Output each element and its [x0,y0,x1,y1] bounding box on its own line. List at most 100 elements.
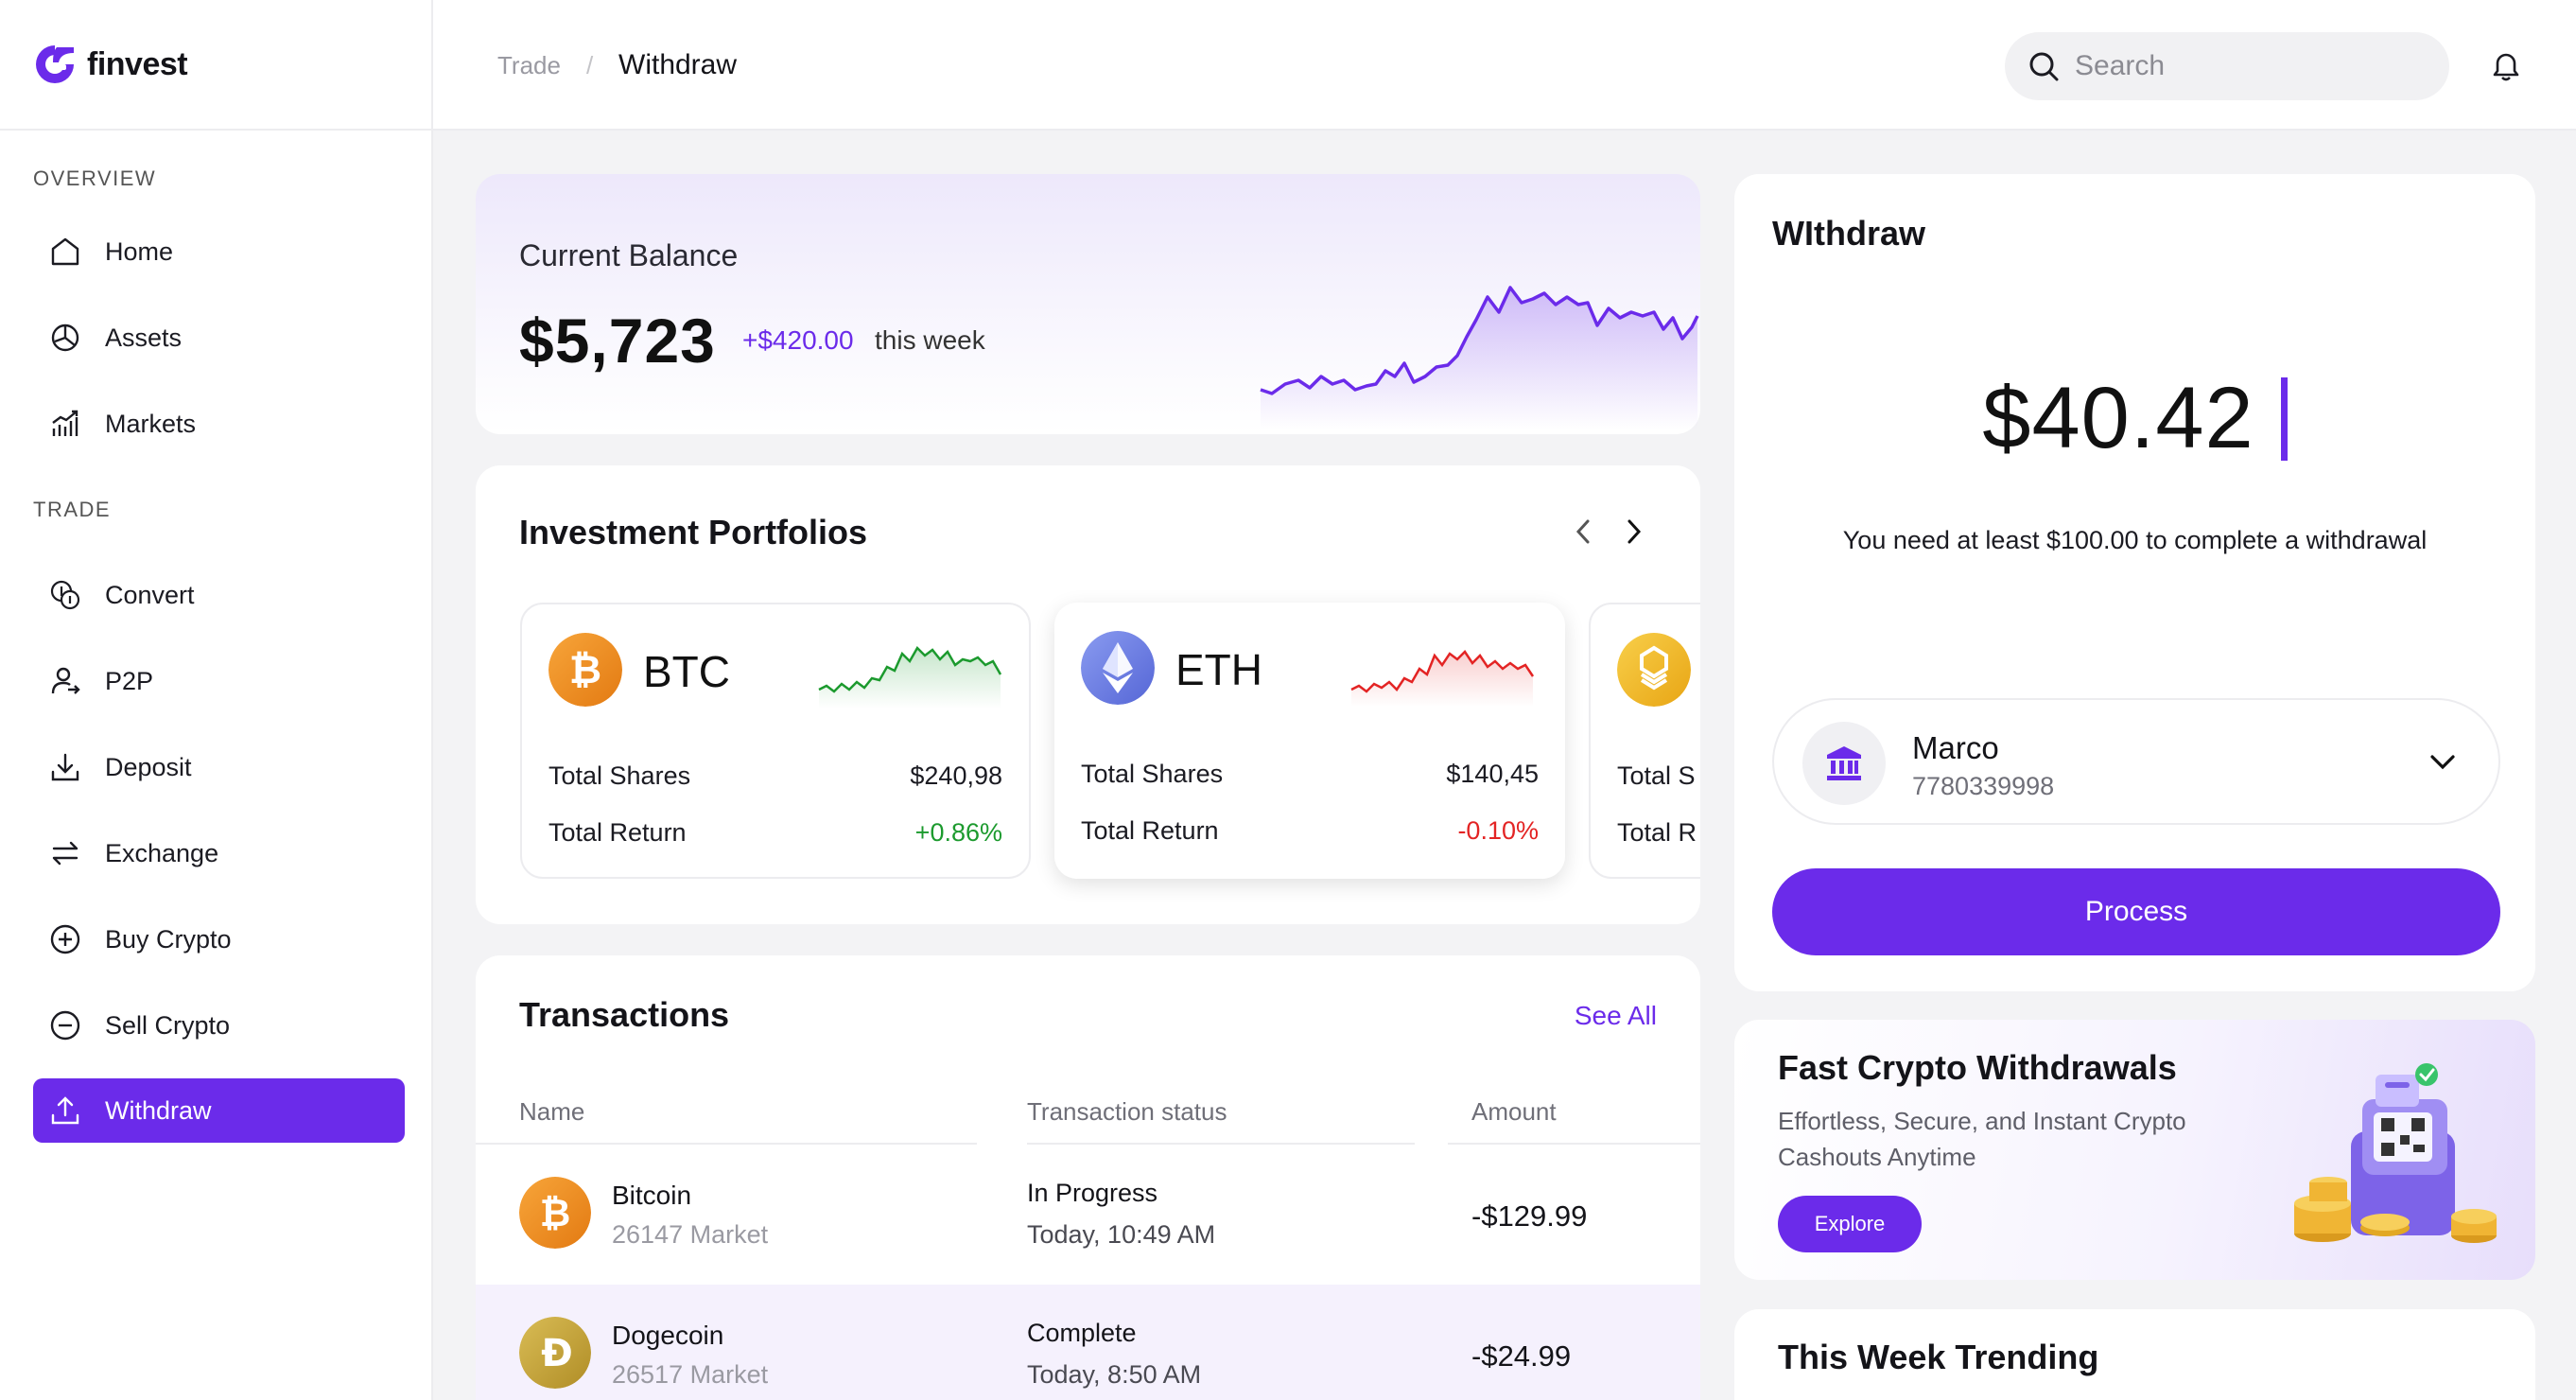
top-header: Trade / Withdraw [433,0,2576,131]
tx-time: Today, 10:49 AM [1027,1220,1216,1249]
tx-time: Today, 8:50 AM [1027,1360,1202,1389]
withdraw-card: WIthdraw $40.42 You need at least $100.0… [1734,174,2535,991]
promo-subtitle: Effortless, Secure, and Instant Crypto C… [1778,1107,2186,1171]
total-shares-value: $140,45 [1446,760,1539,788]
sidebar-item-exchange[interactable]: Exchange [33,821,405,885]
sidebar-item-label: Assets [105,323,183,352]
tx-name: Dogecoin [612,1321,724,1350]
user-transfer-icon [46,662,84,700]
promo-title: Fast Crypto Withdrawals [1778,1048,2177,1087]
total-return-value: +0.86% [914,818,1002,847]
sidebar-item-label: Buy Crypto [105,924,232,954]
tx-status: In Progress [1027,1179,1158,1207]
pie-chart-icon [46,319,84,357]
sidebar-item-deposit[interactable]: Deposit [33,735,405,799]
sidebar-item-label: P2P [105,666,154,695]
column-header-status: Transaction status [1027,1097,1227,1126]
finvest-logo-icon [36,45,74,83]
process-button[interactable]: Process [1772,868,2500,955]
total-shares-label: Total S [1617,761,1696,790]
download-icon [46,748,84,786]
sidebar-item-convert[interactable]: Convert [33,563,405,627]
portfolio-card-bnb[interactable]: Total S Total R [1589,603,1700,879]
table-row[interactable]: Ð Dogecoin 26517 Market Complete Today, … [476,1285,1700,1400]
balance-label: Current Balance [519,238,739,272]
portfolios-title: Investment Portfolios [519,513,868,551]
chevron-left-icon [1575,519,1590,544]
promo-card: Fast Crypto Withdrawals Effortless, Secu… [1734,1020,2535,1280]
table-row[interactable]: ₿ Bitcoin 26147 Market In Progress Today… [476,1145,1700,1285]
balance-sparkline [1260,286,1699,429]
home-icon [46,233,84,271]
tx-status: Complete [1027,1319,1137,1347]
sidebar-item-assets[interactable]: Assets [33,306,405,370]
balance-card: Current Balance $5,723 +$420.00 this wee… [476,174,1700,434]
sidebar-item-home[interactable]: Home [33,219,405,284]
sidebar: finvest OVERVIEW Home Assets Markets TRA… [0,0,433,1400]
withdraw-title: WIthdraw [1772,214,1925,253]
sidebar-item-buy-crypto[interactable]: Buy Crypto [33,907,405,971]
breadcrumb-separator: / [586,51,594,79]
tx-name: Bitcoin [612,1181,692,1210]
sidebar-item-sell-crypto[interactable]: Sell Crypto [33,993,405,1058]
search-box[interactable] [2005,32,2449,100]
section-trade: TRADE [33,498,112,521]
transactions-card: Transactions See All Name Transaction st… [476,955,1700,1400]
total-shares-label: Total Shares [548,761,691,790]
svg-text:Ð: Ð [541,1332,573,1375]
svg-text:₿: ₿ [569,646,601,692]
search-input[interactable] [2075,50,2415,82]
bar-chart-icon [46,405,84,443]
withdraw-note: You need at least $100.00 to complete a … [1842,526,2428,554]
account-select[interactable]: Marco 7780339998 [1772,698,2500,825]
column-header-amount: Amount [1471,1097,1557,1126]
transactions-title: Transactions [519,995,730,1034]
bitcoin-icon: ₿ [548,633,622,707]
btc-sparkline [818,645,1002,709]
total-return-label: Total R [1617,818,1697,847]
bell-icon[interactable] [2487,47,2525,85]
portfolio-card-eth[interactable]: ETH Total Shares $140,45 Total Return -0… [1054,603,1565,879]
tx-amount: -$129.99 [1471,1199,1588,1233]
trending-card: This Week Trending [1734,1309,2535,1400]
balance-value: $5,723 [519,306,716,376]
sidebar-item-withdraw[interactable]: Withdraw [33,1078,405,1143]
search-icon [2029,52,2059,81]
sidebar-item-markets[interactable]: Markets [33,392,405,456]
tx-amount: -$24.99 [1471,1339,1572,1373]
total-return-value: -0.10% [1457,816,1539,845]
breadcrumb-parent[interactable]: Trade [497,51,561,80]
atm-illustration [2294,1063,2497,1243]
portfolios-card: Investment Portfolios ₿ BTC Total Shares… [476,465,1700,924]
withdraw-amount: $40.42 [1982,370,2254,466]
chevron-down-icon [2430,755,2455,770]
explore-button[interactable]: Explore [1778,1196,1922,1252]
chevron-right-icon [1627,519,1642,544]
next-button[interactable] [1614,513,1652,551]
trending-title: This Week Trending [1778,1338,2099,1376]
portfolio-card-btc[interactable]: ₿ BTC Total Shares $240,98 Total Return … [520,603,1031,879]
total-shares-label: Total Shares [1081,760,1224,788]
bnb-icon [1617,633,1691,707]
logo[interactable]: finvest [0,0,431,131]
total-return-label: Total Return [548,818,687,847]
amount-input[interactable]: $40.42 [1734,369,2535,468]
swap-icon [46,834,84,872]
see-all-link[interactable]: See All [1575,1001,1657,1031]
dogecoin-icon: Ð [519,1317,591,1389]
coin-symbol: BTC [643,647,730,696]
upload-icon [46,1092,84,1129]
section-overview: OVERVIEW [33,166,157,190]
sidebar-item-p2p[interactable]: P2P [33,649,405,713]
sidebar-item-label: Withdraw [105,1095,212,1125]
balance-change: +$420.00 [742,325,854,355]
prev-button[interactable] [1565,513,1603,551]
ethereum-icon [1081,631,1155,705]
column-header-name: Name [519,1097,585,1126]
breadcrumb-current: Withdraw [618,49,738,80]
sidebar-item-label: Sell Crypto [105,1010,231,1040]
coin-symbol: ETH [1175,645,1262,694]
account-number: 7780339998 [1912,772,2055,800]
tx-market: 26147 Market [612,1220,769,1249]
svg-text:₿: ₿ [540,1192,571,1235]
